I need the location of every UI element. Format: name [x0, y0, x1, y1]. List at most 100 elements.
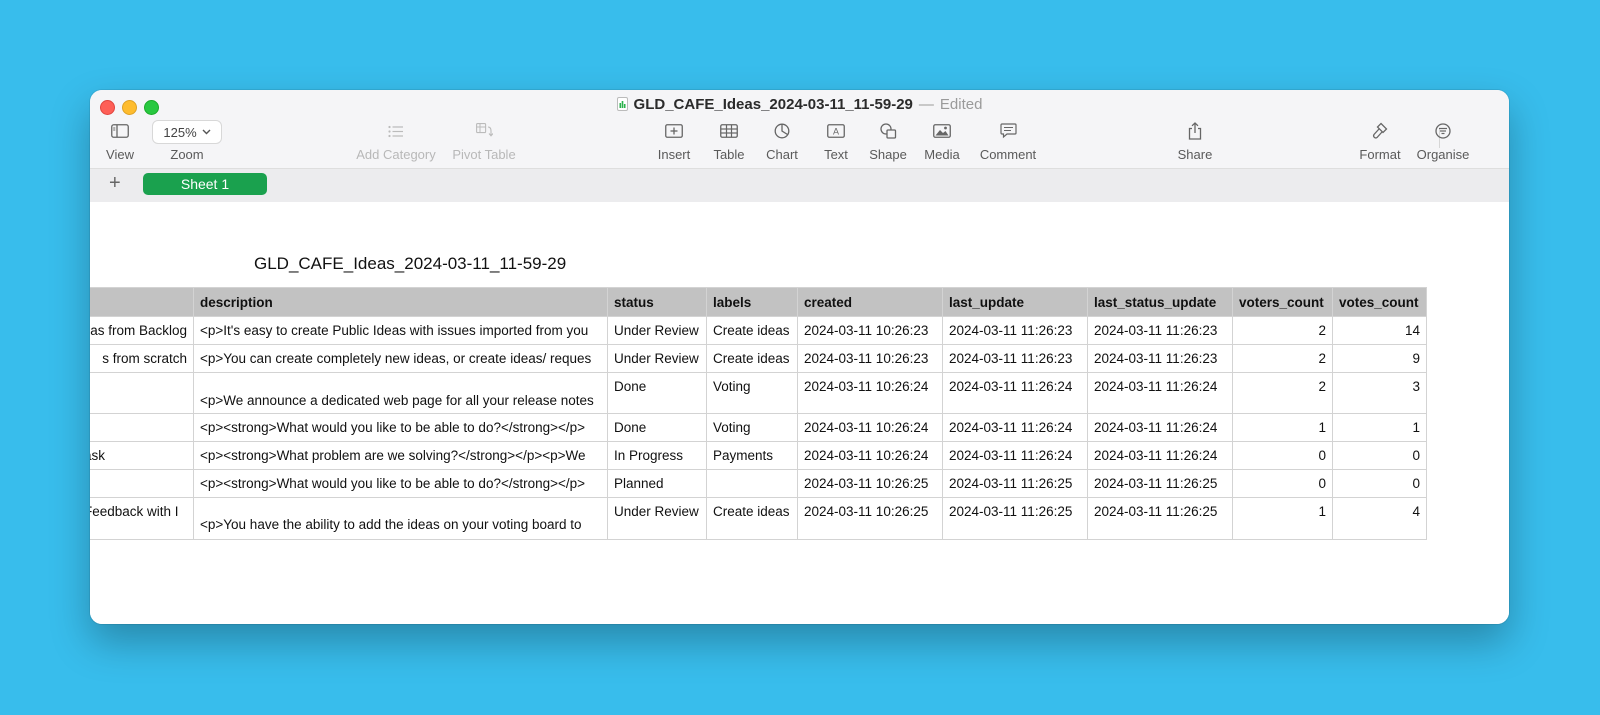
sheet-tab-1[interactable]: Sheet 1 — [143, 173, 267, 195]
table-cell[interactable]: Under Review — [607, 316, 707, 345]
table-cell[interactable]: 2024-03-11 10:26:24 — [797, 372, 943, 414]
table-cell[interactable]: 0 — [1232, 441, 1333, 470]
table-cell[interactable]: <p>It's easy to create Public Ideas with… — [193, 316, 608, 345]
table-cell[interactable] — [90, 469, 194, 498]
table-cell[interactable]: Create ideas — [706, 344, 798, 373]
format-label: Format — [1359, 147, 1401, 162]
table-cell[interactable]: 2024-03-11 11:26:24 — [1087, 441, 1233, 470]
table-cell[interactable]: 0 — [1332, 469, 1427, 498]
comment-button[interactable]: Comment — [978, 118, 1038, 162]
add-category-button[interactable]: Add Category — [355, 118, 437, 162]
column-header[interactable]: labels — [706, 287, 798, 317]
table-cell[interactable]: Under Review — [607, 344, 707, 373]
table-cell[interactable]: 2 — [1232, 344, 1333, 373]
table-cell[interactable]: 2024-03-11 11:26:24 — [1087, 413, 1233, 442]
table-cell[interactable]: Done — [607, 413, 707, 442]
table-cell[interactable]: 2024-03-11 11:26:24 — [1087, 372, 1233, 414]
table-cell[interactable]: 14 — [1332, 316, 1427, 345]
table-cell[interactable]: as from Backlog — [90, 316, 194, 345]
table-cell[interactable]: 2024-03-11 10:26:24 — [797, 441, 943, 470]
table-button[interactable]: Table — [712, 118, 746, 162]
table-title[interactable]: GLD_CAFE_Ideas_2024-03-11_11-59-29 — [254, 254, 566, 274]
table-cell[interactable]: 2 — [1232, 372, 1333, 414]
insert-button[interactable]: Insert — [656, 118, 692, 162]
column-header[interactable]: voters_count — [1232, 287, 1333, 317]
table-cell[interactable]: 2024-03-11 11:26:23 — [942, 316, 1088, 345]
table-cell[interactable]: Payments — [706, 441, 798, 470]
table-cell[interactable]: Under Review — [607, 497, 707, 540]
table-cell[interactable]: 2024-03-11 11:26:25 — [1087, 469, 1233, 498]
table-cell[interactable]: 2024-03-11 11:26:24 — [942, 372, 1088, 414]
table-cell[interactable]: 2024-03-11 10:26:24 — [797, 413, 943, 442]
table-cell[interactable]: 4 — [1332, 497, 1427, 540]
view-button[interactable]: View — [105, 118, 135, 162]
table-cell[interactable]: 2024-03-11 10:26:25 — [797, 469, 943, 498]
table-cell[interactable]: <p><strong>What problem are we solving?<… — [193, 441, 608, 470]
table-cell[interactable]: 1 — [1332, 413, 1427, 442]
table-cell[interactable]: Create ideas — [706, 316, 798, 345]
table-cell[interactable]: 1 — [1232, 497, 1333, 540]
table-cell[interactable]: <p><strong>What would you like to be abl… — [193, 413, 608, 442]
table-cell[interactable]: 2024-03-11 11:26:23 — [942, 344, 1088, 373]
table-cell[interactable]: Voting — [706, 372, 798, 414]
table-cell[interactable]: Voting — [706, 413, 798, 442]
table-cell[interactable]: Create ideas — [706, 497, 798, 540]
column-header[interactable]: last_status_update — [1087, 287, 1233, 317]
table-cell[interactable]: 0 — [1332, 441, 1427, 470]
table-cell[interactable]: Planned — [607, 469, 707, 498]
share-button[interactable]: Share — [1175, 118, 1215, 162]
table-cell[interactable]: 2024-03-11 11:26:25 — [942, 469, 1088, 498]
column-header[interactable]: status — [607, 287, 707, 317]
table-cell[interactable]: 2024-03-11 11:26:25 — [942, 497, 1088, 540]
chart-label: Chart — [766, 147, 798, 162]
zoom-control[interactable]: 125% Zoom — [152, 118, 222, 162]
table-cell[interactable]: 2024-03-11 10:26:23 — [797, 316, 943, 345]
table-cell[interactable]: 2 — [1232, 316, 1333, 345]
table-cell[interactable] — [90, 372, 194, 414]
share-icon — [1188, 122, 1202, 140]
column-header[interactable]: votes_count — [1332, 287, 1427, 317]
zoom-select[interactable]: 125% — [152, 120, 222, 144]
table-cell[interactable]: ask — [90, 441, 194, 470]
shape-button[interactable]: Shape — [869, 118, 907, 162]
table-cell[interactable]: <p>You have the ability to add the ideas… — [193, 497, 608, 540]
table-cell[interactable]: s from scratch — [90, 344, 194, 373]
zoom-label: Zoom — [170, 147, 204, 162]
table-cell[interactable]: <p><strong>What would you like to be abl… — [193, 469, 608, 498]
table-cell[interactable]: 2024-03-11 11:26:23 — [1087, 344, 1233, 373]
column-header[interactable]: description — [193, 287, 608, 317]
table-cell[interactable]: <p>We announce a dedicated web page for … — [193, 372, 608, 414]
table-cell[interactable]: In Progress — [607, 441, 707, 470]
table-cell[interactable]: 2024-03-11 11:26:24 — [942, 413, 1088, 442]
table-cell[interactable]: 2024-03-11 10:26:23 — [797, 344, 943, 373]
table-row: <p><strong>What would you like to be abl… — [90, 413, 1427, 442]
comment-icon — [999, 123, 1017, 139]
table-cell[interactable]: 9 — [1332, 344, 1427, 373]
column-header[interactable]: last_update — [942, 287, 1088, 317]
table-cell[interactable]: 2024-03-11 11:26:23 — [1087, 316, 1233, 345]
table-cell[interactable]: 2024-03-11 11:26:25 — [1087, 497, 1233, 540]
table-cell[interactable]: Done — [607, 372, 707, 414]
numbers-window: GLD_CAFE_Ideas_2024-03-11_11-59-29 — Edite… — [90, 90, 1509, 624]
zoom-value: 125% — [163, 124, 197, 140]
add-sheet-button[interactable]: + — [109, 172, 121, 195]
organise-button[interactable]: Organise — [1416, 118, 1470, 162]
text-button[interactable]: A Text — [821, 118, 851, 162]
table-cell[interactable]: <p>You can create completely new ideas, … — [193, 344, 608, 373]
table-cell[interactable]: 2024-03-11 11:26:24 — [942, 441, 1088, 470]
media-button[interactable]: Media — [923, 118, 961, 162]
shape-icon — [879, 123, 896, 139]
table-cell[interactable]: 2024-03-11 10:26:25 — [797, 497, 943, 540]
table-cell[interactable]: 0 — [1232, 469, 1333, 498]
column-header[interactable]: created — [797, 287, 943, 317]
table-cell[interactable]: Feedback with I — [90, 497, 194, 540]
column-header[interactable] — [90, 287, 194, 317]
table-cell[interactable]: 3 — [1332, 372, 1427, 414]
table-cell[interactable]: 1 — [1232, 413, 1333, 442]
comment-label: Comment — [979, 147, 1037, 162]
table-cell[interactable] — [90, 413, 194, 442]
chart-button[interactable]: Chart — [764, 118, 800, 162]
pivot-table-button[interactable]: Pivot Table — [451, 118, 517, 162]
format-button[interactable]: Format — [1358, 118, 1402, 162]
table-cell[interactable] — [706, 469, 798, 498]
